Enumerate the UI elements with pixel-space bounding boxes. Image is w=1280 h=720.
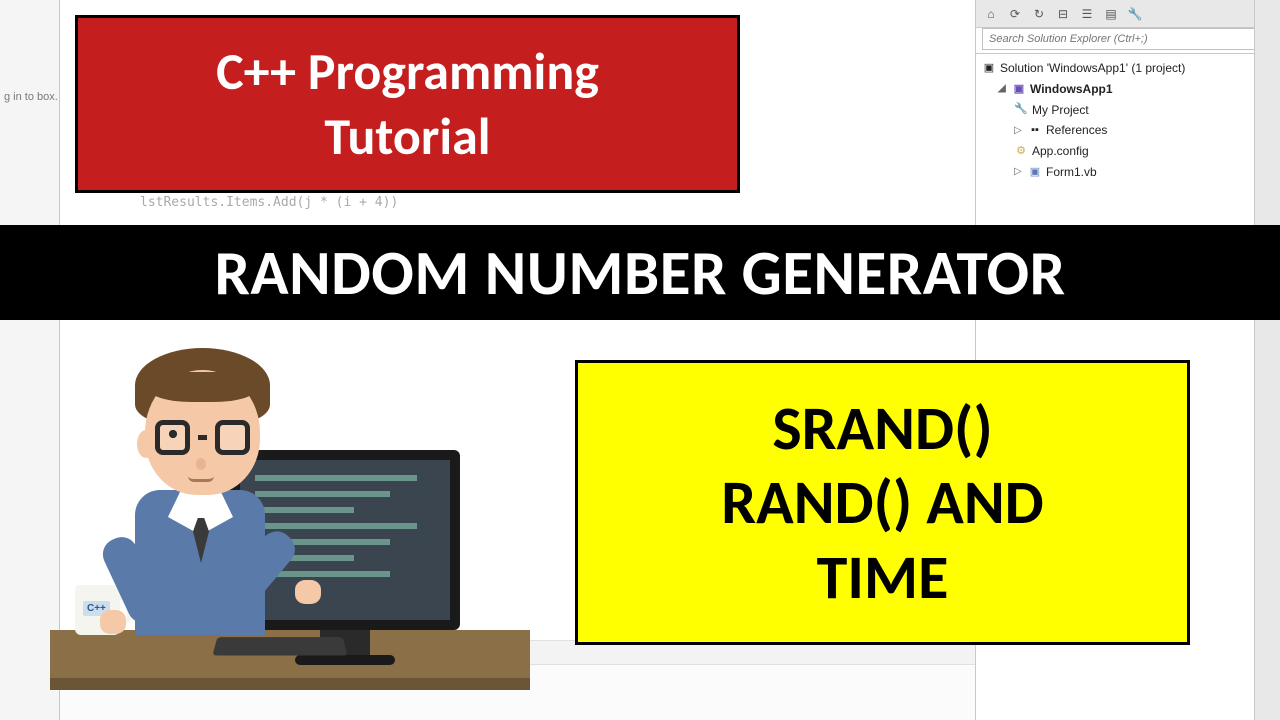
expand-icon[interactable]: ▷ (1014, 124, 1024, 138)
solution-tree: ▣ Solution 'WindowsApp1' (1 project) ◢ ▣… (976, 54, 1280, 187)
wrench-icon: 🔧 (1014, 103, 1028, 117)
side-tab[interactable] (1254, 0, 1280, 720)
hair-bangs (150, 372, 255, 402)
subtitle-banner: RANDOM NUMBER GENERATOR (0, 225, 1280, 320)
subtitle-text: RANDOM NUMBER GENERATOR (214, 234, 1065, 311)
code-line (255, 475, 417, 481)
title-banner: C++ Programming Tutorial (75, 15, 740, 193)
tree-label: My Project (1032, 102, 1089, 119)
expand-icon[interactable]: ◢ (998, 82, 1008, 96)
mouth (188, 476, 214, 482)
props-icon[interactable]: ☰ (1078, 5, 1096, 23)
keyboard (212, 637, 347, 655)
func-line3: TIME (817, 540, 949, 614)
collapse-icon[interactable]: ⊟ (1054, 5, 1072, 23)
refresh-icon[interactable]: ⟳ (1006, 5, 1024, 23)
nose (196, 458, 206, 470)
tree-label: Solution 'WindowsApp1' (1 project) (1000, 60, 1185, 77)
left-panel-text: g in to box. (4, 90, 58, 104)
tree-label: Form1.vb (1046, 164, 1097, 181)
lens-right (215, 420, 250, 455)
tree-label: References (1046, 122, 1107, 139)
glasses (155, 420, 250, 455)
programmer-illustration: C++ C++ (40, 340, 540, 720)
solution-icon: ▣ (982, 61, 996, 75)
config-icon: ⚙ (1014, 145, 1028, 159)
expand-icon[interactable]: ▷ (1014, 165, 1024, 179)
tree-solution[interactable]: ▣ Solution 'WindowsApp1' (1 project) (982, 58, 1274, 79)
code-line (255, 507, 354, 513)
sync-icon[interactable]: ↻ (1030, 5, 1048, 23)
home-icon[interactable]: ⌂ (982, 5, 1000, 23)
tree-references[interactable]: ▷ ▪▪ References (982, 120, 1274, 141)
tree-form[interactable]: ▷ ▣ Form1.vb (982, 162, 1274, 183)
tree-myproject[interactable]: 🔧 My Project (982, 100, 1274, 121)
hand-right (295, 580, 321, 604)
tree-project[interactable]: ◢ ▣ WindowsApp1 (982, 79, 1274, 100)
code-line (255, 523, 417, 529)
show-all-icon[interactable]: ▤ (1102, 5, 1120, 23)
explorer-toolbar: ⌂ ⟳ ↻ ⊟ ☰ ▤ 🔧 (976, 0, 1280, 28)
search-input[interactable] (982, 28, 1274, 50)
wrench-icon[interactable]: 🔧 (1126, 5, 1144, 23)
vb-project-icon: ▣ (1012, 82, 1026, 96)
explorer-search (976, 28, 1280, 54)
title-line2: Tutorial (324, 104, 490, 169)
tree-appconfig[interactable]: ⚙ App.config (982, 141, 1274, 162)
functions-box: SRAND() RAND() AND TIME (575, 360, 1190, 645)
tree-label: App.config (1032, 143, 1089, 160)
eye (169, 430, 177, 438)
code-line (255, 491, 390, 497)
monitor-base (295, 655, 395, 665)
title-line1: C++ Programming (216, 39, 599, 104)
func-line1: SRAND() (772, 391, 992, 465)
form-icon: ▣ (1028, 165, 1042, 179)
tree-label: WindowsApp1 (1030, 81, 1113, 98)
code-editor-snippet: lstResults.Items.Add(j * (i + 4)) (60, 195, 975, 225)
references-icon: ▪▪ (1028, 124, 1042, 138)
hand-left (100, 610, 126, 634)
func-line2: RAND() AND (721, 465, 1044, 539)
glasses-bridge (198, 435, 207, 440)
